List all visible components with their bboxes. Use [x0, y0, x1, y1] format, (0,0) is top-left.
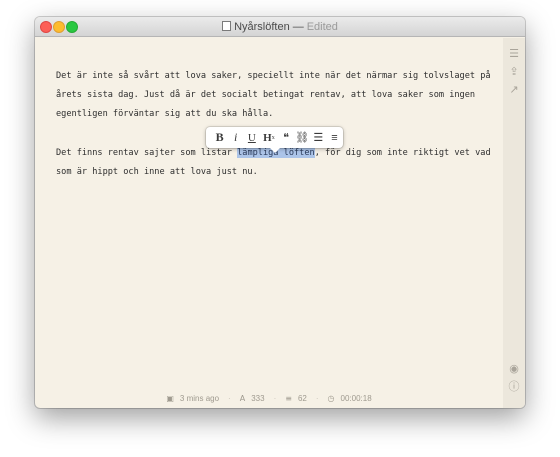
word-count-value: 62	[297, 394, 307, 403]
format-toolbar: B i U Hx ❝ ⛓ ☰ ≡	[206, 127, 343, 153]
edited-status: Edited	[306, 21, 338, 33]
bold-button[interactable]: B	[212, 130, 227, 146]
share-icon[interactable]: ⇪	[508, 66, 520, 78]
align-icon[interactable]: ≡	[327, 130, 342, 146]
character-count-value: 333	[251, 394, 265, 403]
help-icon[interactable]: ⓘ	[508, 381, 520, 393]
list-icon[interactable]: ☰	[508, 48, 520, 60]
character-count: A 333	[240, 390, 265, 408]
title-separator: —	[292, 21, 304, 33]
document-icon	[222, 21, 232, 31]
status-separator: ·	[228, 394, 231, 403]
preview-eye-icon[interactable]: ◉	[508, 363, 520, 375]
link-icon[interactable]: ⛓	[295, 130, 310, 146]
heading-label: H	[263, 131, 272, 144]
italic-button[interactable]: i	[228, 130, 243, 146]
timer-value: 00:00:18	[340, 394, 372, 403]
saved-time: 3 mins ago	[179, 394, 220, 403]
status-separator: ·	[315, 394, 319, 403]
quote-icon[interactable]: ❝	[278, 130, 293, 146]
clock-icon: ◷	[327, 394, 335, 403]
export-icon[interactable]: ↗	[508, 84, 520, 96]
save-icon: ▣	[166, 394, 174, 403]
right-sidebar: ☰ ⇪ ↗ ◉ ⓘ	[503, 38, 525, 408]
status-separator: ·	[273, 394, 277, 403]
status-bar: ▣ 3 mins ago · A 333 · ≡ 62 · ◷ 00:00:18	[35, 390, 503, 408]
word-count: ≡ 62	[285, 390, 307, 408]
paragraph-2-start[interactable]: Det finns rentav sajter som listar	[56, 148, 237, 158]
heading-sub-label: x	[271, 134, 275, 141]
saved-status: ▣ 3 mins ago	[166, 390, 219, 408]
window-title: Nyårslöften — Edited	[35, 20, 525, 34]
document-title: Nyårslöften	[234, 21, 290, 33]
words-icon: ≡	[285, 394, 292, 403]
heading-button[interactable]: Hx	[260, 130, 277, 146]
underline-button[interactable]: U	[244, 130, 259, 146]
writing-timer: ◷ 00:00:18	[328, 390, 372, 408]
characters-icon: A	[239, 394, 246, 403]
list-icon[interactable]: ☰	[311, 130, 326, 146]
title-bar[interactable]: Nyårslöften — Edited	[35, 17, 525, 37]
editor-window: Nyårslöften — Edited Det är inte så svårt …	[35, 17, 525, 408]
paragraph-1[interactable]: Det är inte så svårt att lova saker, spe…	[56, 67, 496, 124]
